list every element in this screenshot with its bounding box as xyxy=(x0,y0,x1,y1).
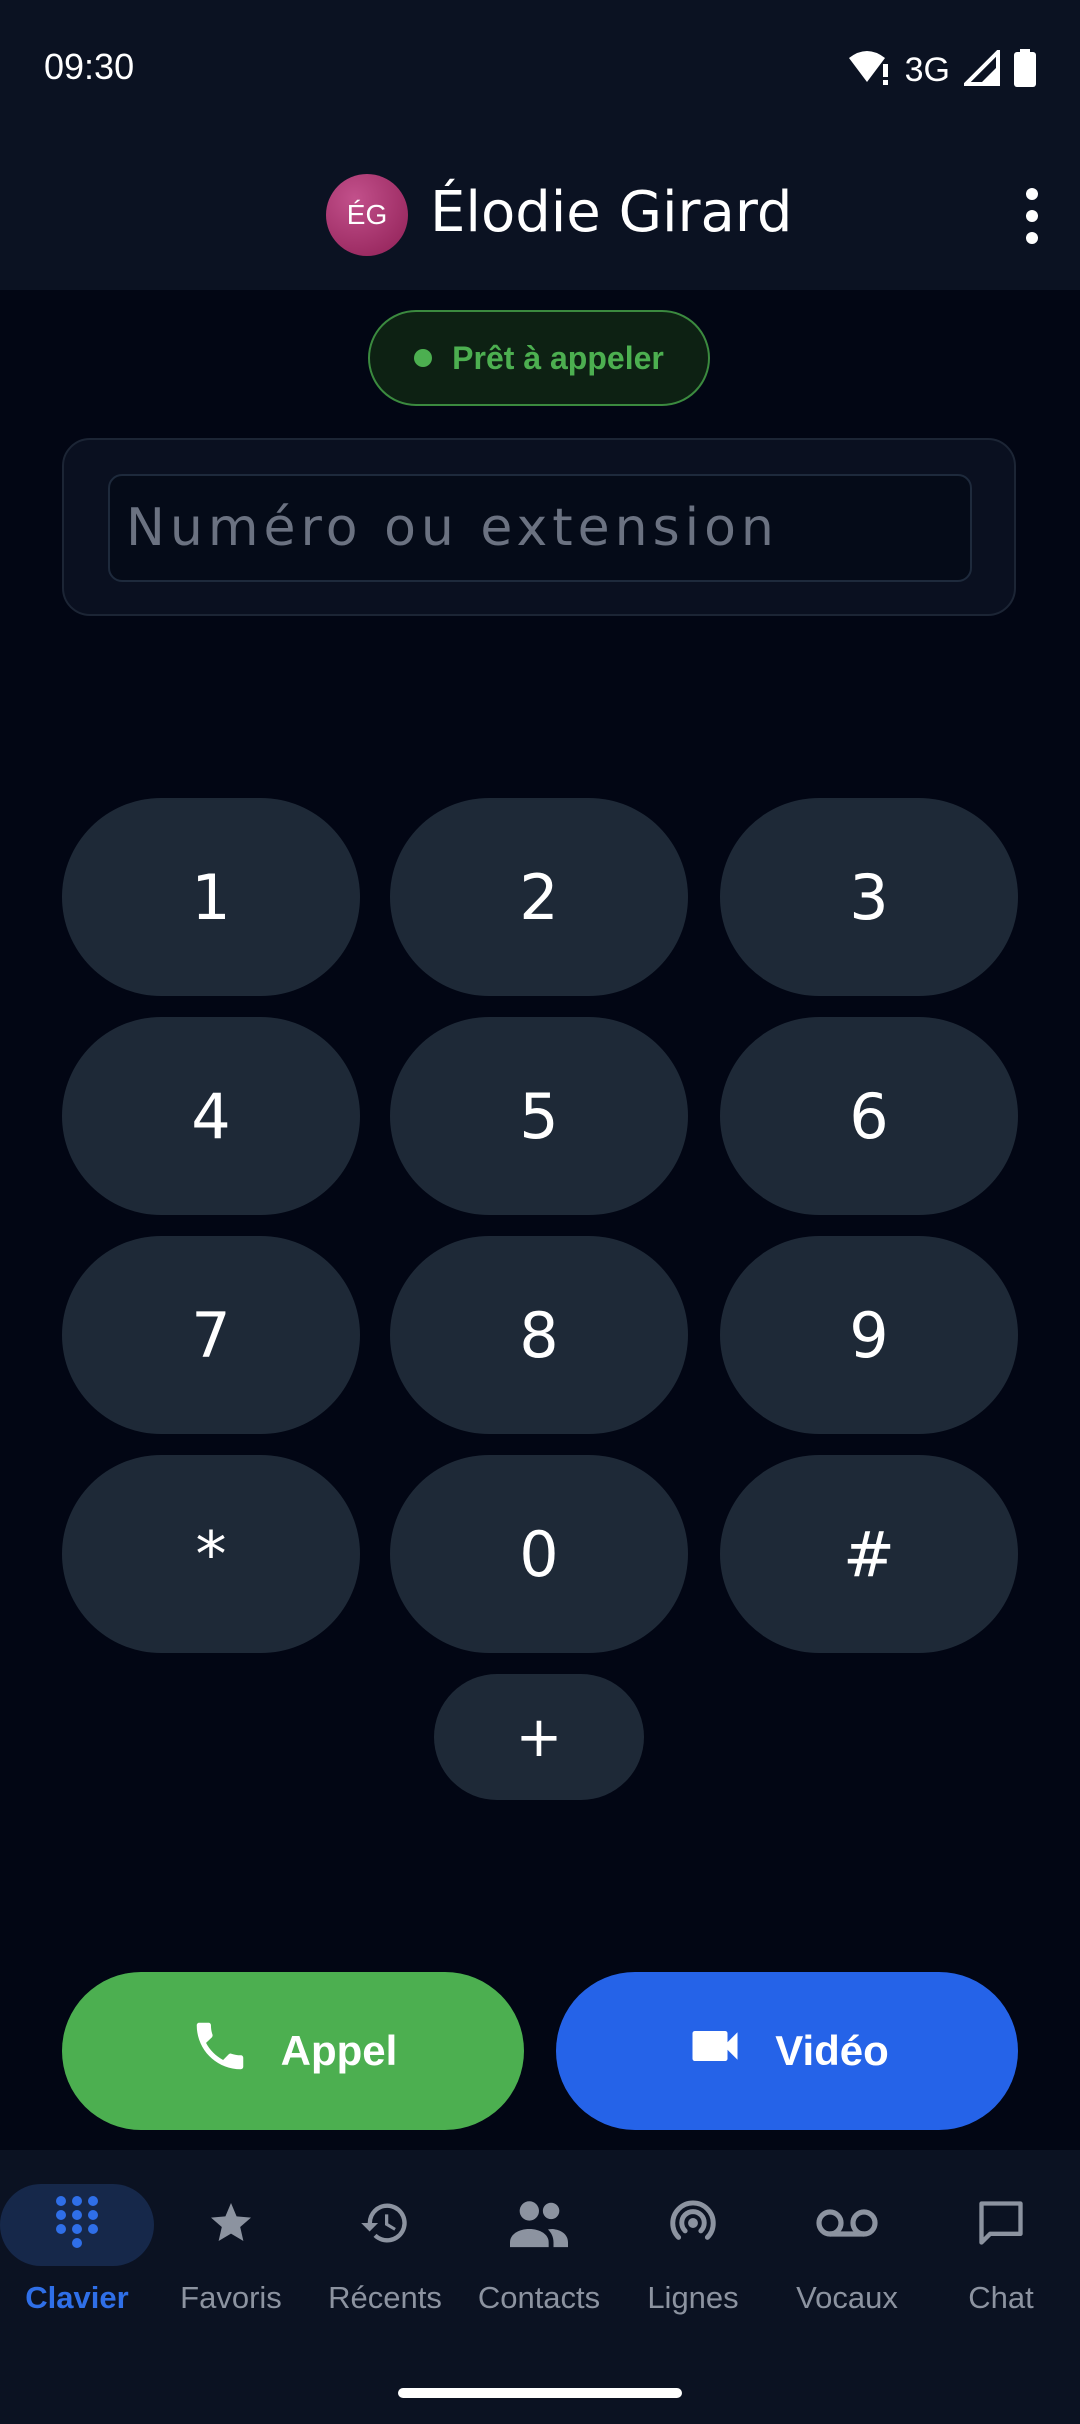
network-type: 3G xyxy=(904,50,950,89)
signal-icon xyxy=(961,46,1000,91)
people-icon xyxy=(510,2198,568,2253)
star-icon xyxy=(207,2199,255,2252)
nav-item-chat[interactable]: Chat xyxy=(924,2184,1078,2344)
nav-item-lignes[interactable]: Lignes xyxy=(616,2184,770,2344)
phone-icon xyxy=(189,2015,251,2087)
wifi-alert-icon xyxy=(847,48,891,93)
nav-item-favoris[interactable]: Favoris xyxy=(154,2184,308,2344)
nav-label-clavier: Clavier xyxy=(25,2280,129,2315)
nav-item-recents[interactable]: Récents xyxy=(308,2184,462,2344)
key-star[interactable]: * xyxy=(62,1455,360,1653)
key-5[interactable]: 5 xyxy=(390,1017,688,1215)
video-label: Vidéo xyxy=(775,2027,889,2074)
battery-icon xyxy=(1014,48,1036,92)
history-icon xyxy=(359,2197,411,2254)
home-indicator[interactable] xyxy=(398,2388,682,2398)
nav-label-lignes: Lignes xyxy=(647,2280,739,2315)
key-0[interactable]: 0 xyxy=(390,1455,688,1653)
status-icons: 3G xyxy=(847,46,1036,94)
key-1[interactable]: 1 xyxy=(62,798,360,996)
more-vert-icon[interactable] xyxy=(1012,188,1052,244)
status-label: Prêt à appeler xyxy=(452,339,664,376)
nav-item-contacts[interactable]: Contacts xyxy=(462,2184,616,2344)
voicemail-icon xyxy=(815,2205,879,2246)
status-dot xyxy=(414,349,433,367)
key-6[interactable]: 6 xyxy=(720,1017,1018,1215)
chat-icon xyxy=(975,2197,1027,2254)
broadcast-icon xyxy=(666,2196,720,2255)
status-time: 09:30 xyxy=(44,46,135,87)
key-7[interactable]: 7 xyxy=(62,1236,360,1434)
nav-label-contacts: Contacts xyxy=(477,2280,601,2315)
dialpad-icon xyxy=(53,2195,101,2256)
avatar[interactable]: ÉG xyxy=(326,174,408,256)
key-2[interactable]: 2 xyxy=(390,798,688,996)
app-bar: ÉG Élodie Girard xyxy=(0,140,1080,290)
nav-item-vocaux[interactable]: Vocaux xyxy=(770,2184,924,2344)
nav-label-vocaux: Vocaux xyxy=(796,2280,898,2315)
nav-label-chat: Chat xyxy=(968,2280,1034,2315)
status-badge: Prêt à appeler xyxy=(368,310,710,406)
status-bar: 09:30 3G xyxy=(0,0,1080,140)
key-plus[interactable]: + xyxy=(434,1674,644,1800)
page-title: Élodie Girard xyxy=(430,180,793,245)
nav-label-recents: Récents xyxy=(328,2280,442,2315)
bottom-nav: Clavier Favoris Récents Contacts Lignes … xyxy=(0,2150,1080,2424)
key-3[interactable]: 3 xyxy=(720,798,1018,996)
key-hash[interactable]: # xyxy=(720,1455,1018,1653)
number-input[interactable] xyxy=(108,474,972,582)
call-button[interactable]: Appel xyxy=(62,1972,524,2130)
video-call-button[interactable]: Vidéo xyxy=(556,1972,1018,2130)
videocam-icon xyxy=(685,2016,745,2086)
key-4[interactable]: 4 xyxy=(62,1017,360,1215)
key-8[interactable]: 8 xyxy=(390,1236,688,1434)
key-9[interactable]: 9 xyxy=(720,1236,1018,1434)
nav-item-clavier[interactable]: Clavier xyxy=(0,2184,154,2344)
nav-label-favoris: Favoris xyxy=(180,2280,282,2315)
call-label: Appel xyxy=(280,2027,398,2074)
input-card xyxy=(62,438,1016,616)
